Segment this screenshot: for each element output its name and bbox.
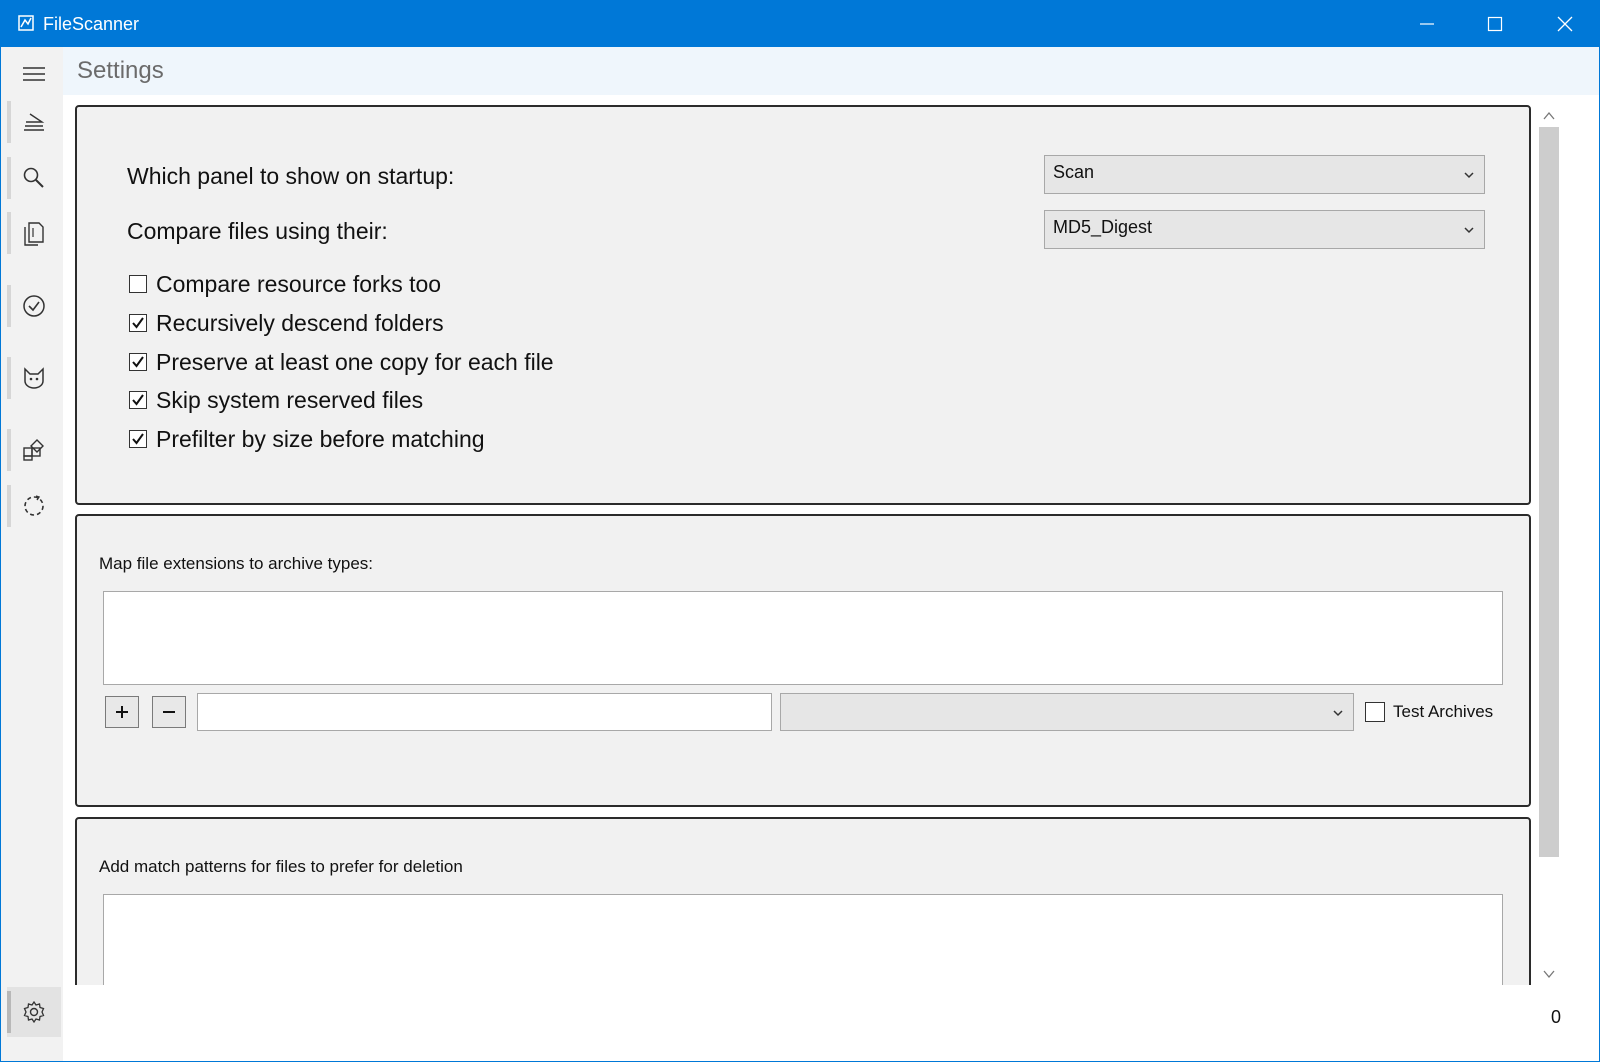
- status-bar: 0: [63, 985, 1599, 1061]
- compare-method-value: MD5_Digest: [1053, 217, 1153, 237]
- option-prefilter-size[interactable]: Prefilter by size before matching: [129, 424, 485, 454]
- chevron-down-icon: [1333, 710, 1343, 717]
- compare-method-label: Compare files using their:: [127, 218, 388, 244]
- minimize-button[interactable]: [1393, 1, 1461, 47]
- nav-duplicates[interactable]: [7, 208, 61, 258]
- window-title: FileScanner: [43, 14, 140, 34]
- compare-method-select[interactable]: MD5_Digest: [1044, 210, 1485, 249]
- nav-search[interactable]: [7, 153, 61, 203]
- nav-settings[interactable]: [7, 987, 61, 1037]
- nav-refresh[interactable]: [7, 481, 61, 531]
- nav-verify[interactable]: [7, 281, 61, 331]
- refresh-icon: [24, 495, 44, 516]
- checkbox[interactable]: [129, 391, 147, 409]
- chevron-down-icon: [1464, 227, 1474, 234]
- close-button[interactable]: [1531, 1, 1599, 47]
- archive-mapping-panel: Map file extensions to archive types: Te…: [75, 514, 1531, 807]
- checkmark-icon: [132, 433, 144, 445]
- add-mapping-button[interactable]: [105, 696, 139, 728]
- minus-icon: [163, 711, 175, 713]
- startup-panel-value: Scan: [1053, 162, 1095, 182]
- checkbox[interactable]: [1365, 702, 1385, 722]
- chevron-down-icon: [1464, 172, 1474, 179]
- checkbox[interactable]: [129, 314, 147, 332]
- nav-rail: [1, 47, 63, 1061]
- maximize-icon: [1487, 16, 1503, 32]
- test-archives-label: Test Archives: [1393, 702, 1494, 721]
- option-preserve-one-copy[interactable]: Preserve at least one copy for each file: [129, 347, 554, 377]
- nav-cat[interactable]: [7, 353, 61, 403]
- checkmark-icon: [132, 394, 144, 406]
- minimize-icon: [1420, 23, 1434, 25]
- nav-apps[interactable]: [7, 425, 61, 475]
- hamburger-icon: [23, 67, 45, 81]
- scroll-down-icon[interactable]: [1542, 967, 1556, 981]
- option-recursive-descend[interactable]: Recursively descend folders: [129, 308, 444, 338]
- page-title: Settings: [77, 57, 164, 84]
- app-logo-icon: [18, 15, 34, 31]
- copy-icon: [24, 222, 44, 246]
- archive-mapping-label: Map file extensions to archive types:: [99, 554, 374, 573]
- apps-icon: [23, 439, 44, 461]
- deletion-patterns-label: Add match patterns for files to prefer f…: [99, 857, 463, 876]
- menu-button[interactable]: [19, 61, 49, 87]
- search-icon: [23, 167, 44, 188]
- option-skip-system-files[interactable]: Skip system reserved files: [129, 385, 423, 415]
- startup-panel-select[interactable]: Scan: [1044, 155, 1485, 194]
- scroll-up-icon[interactable]: [1542, 109, 1556, 123]
- app-window: FileScanner Settings Which panel to show…: [0, 0, 1600, 1062]
- startup-panel-label: Which panel to show on startup:: [127, 163, 455, 189]
- extension-input[interactable]: [197, 693, 772, 731]
- vertical-scrollbar[interactable]: [1537, 105, 1561, 985]
- archive-type-select[interactable]: [780, 693, 1354, 731]
- checkbox[interactable]: [129, 353, 147, 371]
- scrollbar-thumb[interactable]: [1539, 127, 1559, 857]
- page-header: Settings: [63, 47, 1599, 95]
- gear-icon: [23, 1000, 45, 1024]
- title-bar: FileScanner: [1, 1, 1599, 47]
- option-compare-resource-forks[interactable]: Compare resource forks too: [129, 269, 441, 299]
- remove-mapping-button[interactable]: [152, 696, 186, 728]
- close-icon: [1557, 16, 1573, 32]
- checkmark-icon: [132, 317, 144, 329]
- checkbox[interactable]: [129, 275, 147, 293]
- nav-scan[interactable]: [7, 97, 61, 147]
- plus-icon: [116, 706, 128, 718]
- checkbox[interactable]: [129, 430, 147, 448]
- test-archives-option[interactable]: Test Archives: [1365, 702, 1493, 722]
- scan-icon: [24, 113, 45, 131]
- general-settings-panel: Which panel to show on startup: Scan Com…: [75, 105, 1531, 505]
- checkmark-icon: [132, 356, 144, 368]
- maximize-button[interactable]: [1461, 1, 1529, 47]
- status-count: 0: [1550, 1007, 1561, 1027]
- check-circle-icon: [23, 295, 45, 317]
- archive-mapping-list[interactable]: [103, 591, 1503, 685]
- cat-icon: [24, 367, 44, 389]
